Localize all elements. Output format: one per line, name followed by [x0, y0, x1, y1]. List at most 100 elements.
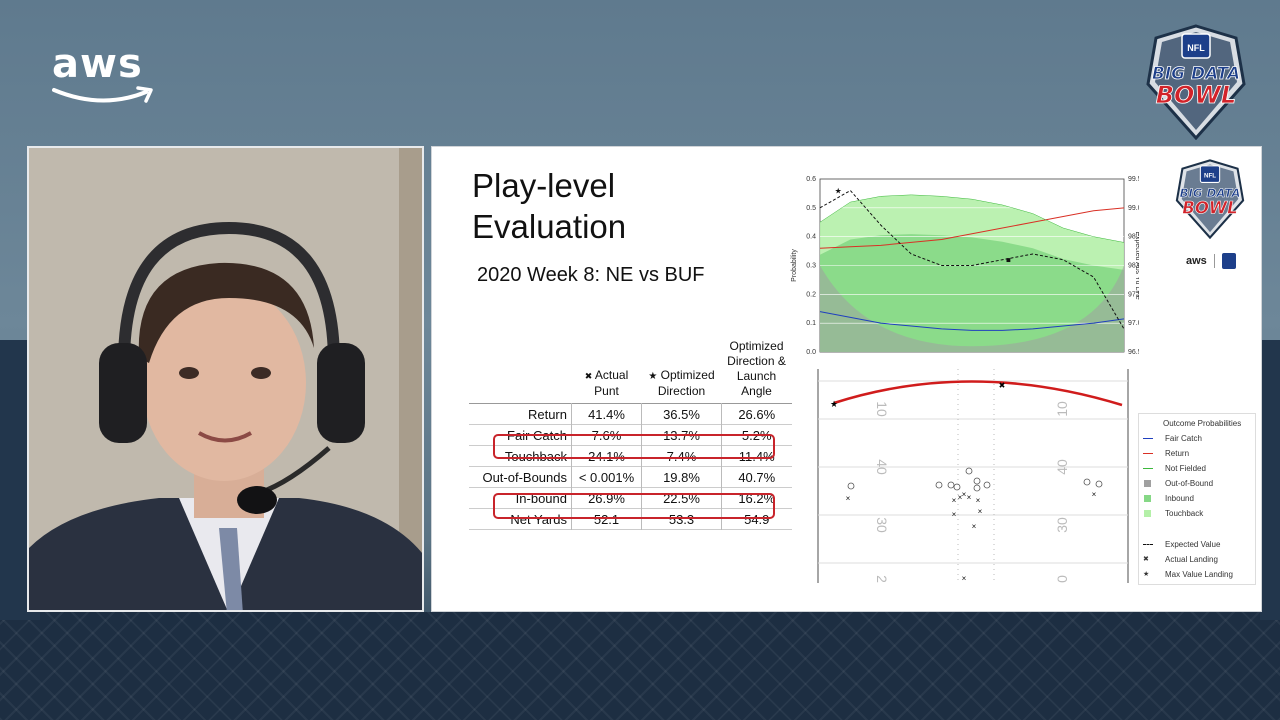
legend-item: Not Fielded — [1143, 463, 1206, 475]
svg-text:×: × — [972, 522, 977, 531]
aws-logo-text: aws — [52, 41, 143, 87]
y-tick-label: 0.3 — [806, 263, 816, 270]
probability-chart: ★■0.00.10.20.30.40.50.696.597.097.598.09… — [791, 176, 1139, 356]
svg-text:×: × — [962, 574, 967, 583]
max-value-landing-marker: ★ — [835, 187, 842, 196]
column-header-optimized: ★ Optimized Direction — [648, 368, 715, 398]
svg-text:×: × — [976, 496, 981, 505]
svg-text:×: × — [846, 494, 851, 503]
field-label: 40 — [874, 459, 890, 475]
touchback-highlight — [493, 434, 775, 459]
x-marker-icon: ✖ — [584, 371, 593, 381]
field-label: 10 — [1054, 401, 1070, 417]
legend-label: Actual Landing — [1165, 555, 1218, 565]
y2-tick-label: 99.5 — [1128, 176, 1139, 183]
legend-label: Max Value Landing — [1165, 570, 1233, 580]
legend-label: Expected Value — [1165, 540, 1221, 549]
net-yards-highlight — [493, 493, 775, 519]
legend-item: Fair Catch — [1143, 433, 1202, 445]
legend-item: ✖ Actual Landing — [1143, 554, 1218, 566]
field-label: 40 — [1054, 459, 1070, 475]
table-cell: 19.8% — [641, 466, 722, 488]
field-diagram: 10 40 30 2 10 40 30 0 ★ ✖ × × × × × × × ×× ×× — [817, 369, 1129, 583]
presentation-slide: Play-level Evaluation 2020 Week 8: NE vs… — [431, 146, 1262, 612]
actual-landing-marker: ✖ — [999, 381, 1006, 390]
mini-nfl-text: NFL — [1204, 173, 1216, 180]
presenter-video — [29, 148, 422, 610]
table-corner — [469, 339, 572, 404]
legend-swatch — [1144, 480, 1151, 488]
y-tick-label: 0.6 — [806, 176, 816, 183]
table-cell: 40.7% — [721, 466, 792, 488]
y-axis-label: Probability — [791, 249, 798, 282]
nfl-shield-text: NFL — [1187, 43, 1205, 53]
background-pattern — [0, 612, 1280, 720]
legend-label: Not Fielded — [1165, 464, 1206, 473]
svg-text:×: × — [967, 493, 972, 502]
table-row: Out-of-Bounds < 0.001% 19.8% 40.7% — [469, 466, 792, 488]
y2-tick-label: 97.0 — [1128, 320, 1139, 327]
nfl-mini-shield-icon — [1221, 253, 1236, 269]
legend-item: ★ Max Value Landing — [1143, 569, 1233, 581]
mini-bowl-text: BOWL — [1182, 198, 1237, 217]
svg-text:×: × — [1092, 490, 1097, 499]
legend-swatch — [1143, 438, 1153, 440]
slide-subtitle: 2020 Week 8: NE vs BUF — [477, 264, 705, 286]
field-label: 10 — [874, 401, 890, 417]
column-header-actual: ✖ Actual Punt — [584, 368, 629, 398]
max-value-landing-marker: ★ — [830, 399, 838, 409]
field-label: 30 — [874, 517, 890, 533]
legend-swatch: ✖ — [1143, 556, 1149, 563]
legend-item: Out-of-Bound — [1143, 478, 1213, 490]
y-tick-label: 0.5 — [806, 205, 816, 212]
legend-item: Inbound — [1143, 493, 1194, 505]
y2-tick-label: 99.0 — [1128, 205, 1139, 212]
svg-text:×: × — [978, 507, 983, 516]
y-tick-label: 0.0 — [806, 349, 816, 356]
bowl-text: BOWL — [1156, 81, 1236, 109]
y2-axis-label: Expected Abs Yd Line — [1134, 231, 1139, 299]
legend-item: Return — [1143, 448, 1189, 460]
legend-swatch — [1144, 495, 1151, 503]
legend-swatch — [1143, 453, 1153, 455]
aws-smile-icon — [52, 86, 153, 103]
legend-item: Touchback — [1143, 508, 1203, 520]
background-shape-right — [1260, 340, 1280, 620]
field-label: 2 — [874, 575, 890, 583]
y2-tick-label: 96.5 — [1128, 349, 1139, 356]
table-cell: < 0.001% — [571, 466, 642, 488]
logo-divider — [1213, 254, 1215, 268]
webcam-feed — [27, 146, 424, 612]
table-cell: 36.5% — [641, 403, 722, 425]
legend-swatch — [1144, 510, 1151, 518]
aws-logo: aws — [52, 44, 156, 111]
row-label: Return — [527, 406, 567, 422]
field-label: 30 — [1054, 517, 1070, 533]
y-tick-label: 0.1 — [806, 320, 816, 327]
legend-label: Fair Catch — [1165, 434, 1202, 443]
slide-title: Play-level Evaluation — [472, 167, 627, 245]
legend-label: Return — [1165, 449, 1190, 458]
field-label: 0 — [1054, 575, 1070, 583]
svg-text:×: × — [952, 496, 957, 505]
legend-swatch — [1143, 544, 1153, 546]
row-label: Out-of-Bounds — [482, 469, 567, 485]
y-tick-label: 0.2 — [806, 291, 816, 298]
mini-aws-logo: aws — [1186, 253, 1236, 269]
legend-label: Out-of-Bound — [1165, 479, 1214, 488]
y-tick-label: 0.4 — [806, 234, 816, 241]
table-cell: 41.4% — [571, 403, 642, 425]
big-data-bowl-logo: NFL BIG DATA BOWL — [1146, 24, 1246, 140]
legend-label: Touchback — [1165, 509, 1204, 518]
legend-item: Expected Value — [1143, 539, 1220, 551]
legend-title: Outcome Probabilities — [1163, 419, 1242, 428]
big-data-bowl-mini-logo: NFL BIG DATA BOWL — [1175, 159, 1245, 239]
chart-legend: Outcome Probabilities Fair Catch Return Not… — [1138, 413, 1256, 585]
column-header-optimized-angle: Optimized Direction & Launch Angle — [727, 339, 786, 398]
star-marker-icon: ★ — [648, 371, 658, 382]
table-cell: 26.6% — [721, 403, 792, 425]
svg-text:×: × — [952, 510, 957, 519]
legend-swatch: ★ — [1143, 571, 1150, 578]
actual-landing-marker: ■ — [1006, 256, 1011, 265]
legend-swatch — [1143, 468, 1153, 470]
